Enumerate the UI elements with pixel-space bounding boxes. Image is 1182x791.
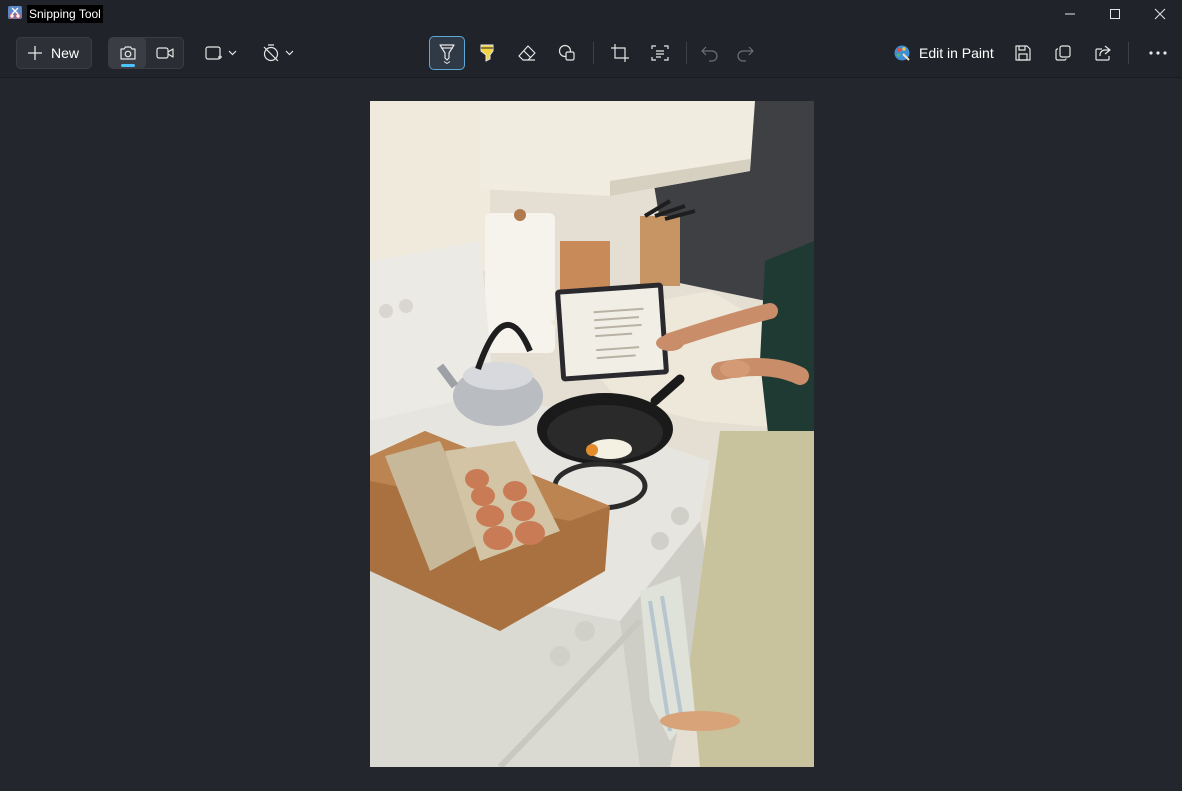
highlighter-icon [480, 44, 494, 62]
more-options-button[interactable] [1146, 38, 1170, 68]
eraser-button[interactable] [516, 38, 538, 68]
camera-icon [119, 46, 136, 60]
crop-icon [611, 44, 629, 62]
snip-shape-icon [205, 46, 237, 60]
crop-button[interactable] [609, 38, 631, 68]
paint-icon [894, 45, 910, 61]
maximize-icon [1110, 9, 1120, 19]
active-mode-indicator [121, 64, 135, 67]
ballpoint-pen-icon [439, 44, 455, 64]
close-icon [1154, 8, 1166, 20]
eraser-icon [518, 45, 536, 61]
title-bar: Snipping Tool [0, 0, 1182, 28]
plus-icon [28, 46, 42, 60]
timer-dropdown[interactable] [261, 38, 299, 68]
snip-mode-button[interactable] [109, 38, 146, 68]
save-button[interactable] [1012, 38, 1034, 68]
maximize-button[interactable] [1092, 0, 1138, 28]
ballpoint-pen-button[interactable] [429, 36, 465, 70]
text-actions-icon [651, 45, 669, 61]
minimize-button[interactable] [1047, 0, 1093, 28]
new-button-label: New [51, 45, 80, 61]
more-icon [1149, 51, 1167, 55]
capture-mode-group [108, 37, 184, 69]
share-icon [1095, 45, 1111, 61]
edit-in-paint-label: Edit in Paint [919, 45, 994, 61]
toolbar-divider [593, 42, 594, 64]
window-title: Snipping Tool [27, 5, 103, 23]
copy-icon [1055, 45, 1071, 61]
save-icon [1015, 45, 1031, 61]
redo-button[interactable] [734, 38, 756, 68]
snipping-tool-app-icon [7, 5, 23, 21]
shapes-button[interactable] [556, 38, 578, 68]
video-icon [156, 47, 174, 59]
highlighter-button[interactable] [476, 38, 498, 68]
kitchen-photo [370, 101, 814, 767]
undo-icon [701, 46, 718, 62]
timer-icon [263, 44, 294, 62]
minimize-icon [1065, 13, 1075, 15]
text-actions-button[interactable] [649, 38, 671, 68]
copy-button[interactable] [1052, 38, 1074, 68]
share-button[interactable] [1092, 38, 1114, 68]
new-button[interactable]: New [16, 37, 92, 69]
shapes-icon [558, 44, 575, 61]
toolbar-divider [1128, 42, 1129, 64]
redo-icon [737, 46, 754, 62]
edit-in-paint-button[interactable]: Edit in Paint [893, 38, 994, 68]
captured-screenshot-image[interactable] [370, 101, 814, 767]
undo-button[interactable] [699, 38, 721, 68]
toolbar-divider [686, 42, 687, 64]
close-button[interactable] [1137, 0, 1182, 28]
record-mode-button[interactable] [147, 38, 183, 68]
toolbar: New Edit in Paint [0, 28, 1182, 78]
snip-shape-dropdown[interactable] [204, 38, 242, 68]
